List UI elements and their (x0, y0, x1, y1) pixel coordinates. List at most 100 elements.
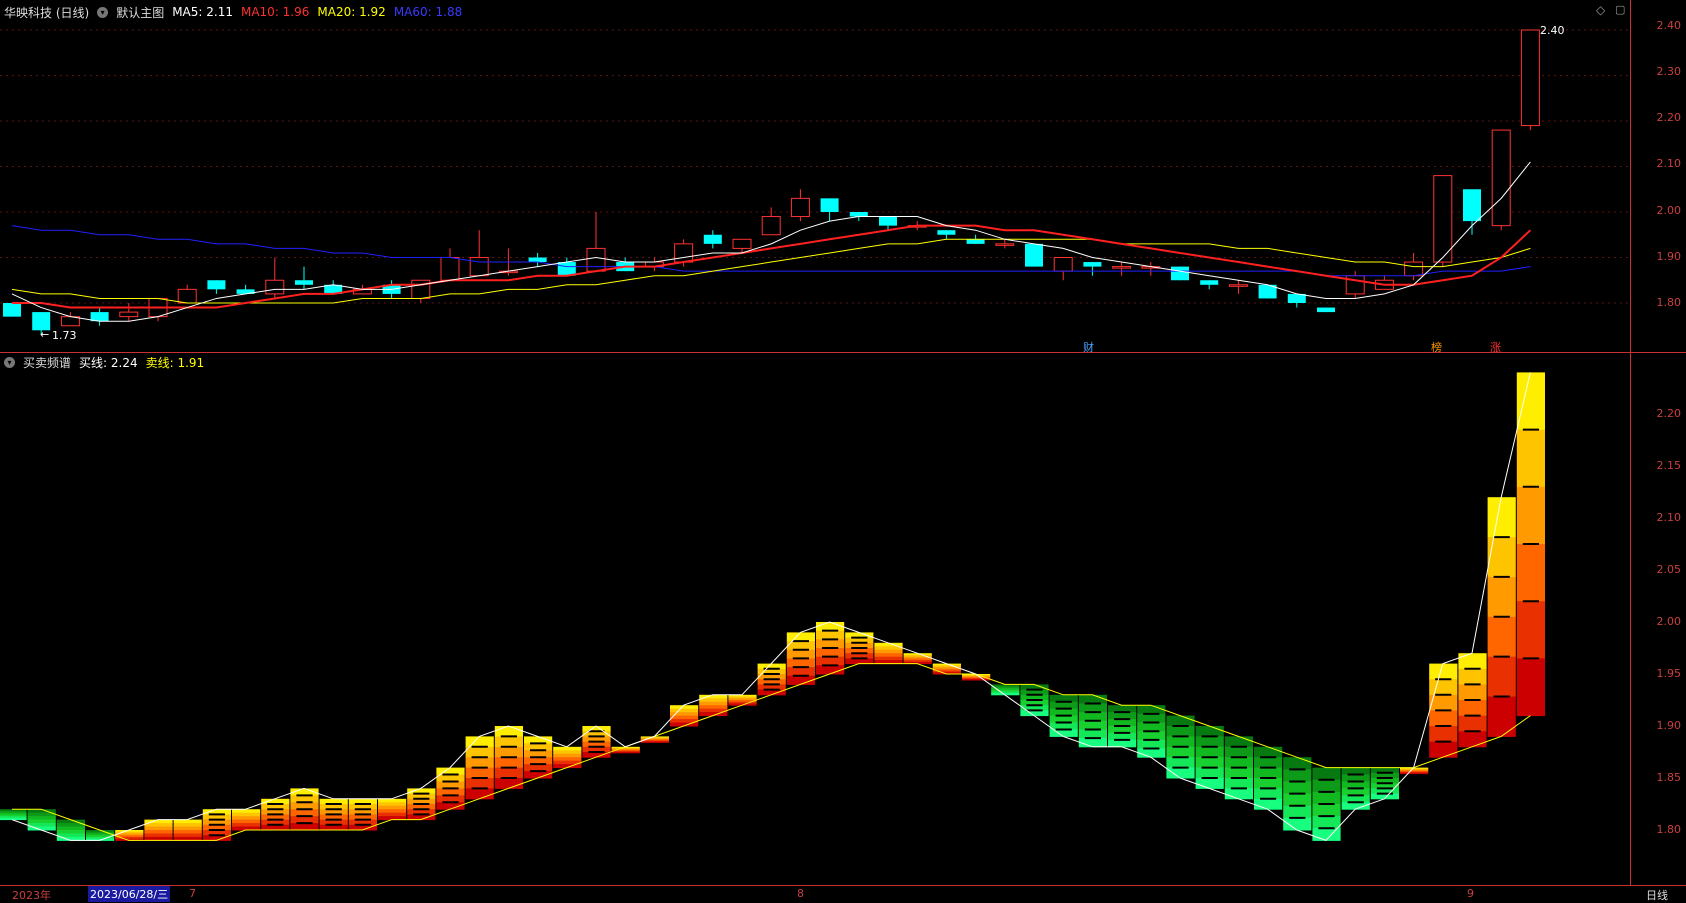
candle-body (1083, 262, 1102, 267)
spectrum-cell (874, 649, 903, 654)
spectrum-cell (553, 757, 582, 762)
spectrum-cell (173, 833, 202, 838)
spectrum-cell (1166, 757, 1195, 769)
spectrum-cell (494, 726, 523, 737)
candle-body (177, 288, 197, 304)
spectrum-cell (232, 809, 261, 814)
spectrum-cell (144, 823, 173, 828)
spectrum-cell (465, 757, 494, 769)
spectrum-cell (494, 757, 523, 769)
spectrum-cell (1254, 757, 1283, 769)
spectrum-cell (56, 830, 85, 834)
spectrum-cell (27, 816, 56, 821)
candle-body (966, 239, 985, 244)
spectrum-cell (232, 823, 261, 828)
high-price-marker: 2.40 (1540, 24, 1565, 37)
candle-body (586, 247, 606, 272)
spectrum-cell (1458, 731, 1487, 748)
spectrum-cell (1224, 788, 1253, 800)
spectrum-cell (1283, 817, 1312, 831)
spectrum-cell (1516, 658, 1545, 717)
spectrum-cell (173, 819, 202, 824)
candle-body (1463, 189, 1481, 222)
spectrum-cell (1166, 726, 1195, 737)
candle-body (1053, 257, 1073, 272)
collapse-panel-icon[interactable]: ▢ (1615, 3, 1625, 16)
month-label-7: 7 (189, 887, 196, 900)
candle-body (1200, 280, 1219, 285)
y-tick: 2.00 (1656, 615, 1682, 628)
spectrum-cell (1487, 696, 1516, 737)
spectrum-cell (144, 830, 173, 834)
spectrum-cell (378, 812, 407, 817)
spectrum-cell (232, 819, 261, 824)
spectrum-cell (1224, 767, 1253, 779)
spectrum-cell (494, 778, 523, 789)
spectrum-cell (1166, 715, 1195, 727)
spectrum-cell (962, 679, 991, 681)
indicator-settings-icon[interactable]: ▾ (97, 6, 109, 18)
spectrum-cell (1487, 497, 1516, 538)
sub-indicator-name[interactable]: 买卖频谱 (23, 354, 71, 371)
spectrum-cell (1137, 748, 1166, 758)
spectrum-cell (144, 826, 173, 831)
candle-body (761, 216, 781, 236)
month-label-9: 9 (1467, 887, 1474, 900)
spectrum-cell (1487, 576, 1516, 618)
spectrum-cell (1166, 746, 1195, 758)
y-tick: 2.05 (1656, 563, 1682, 576)
diamond-icon[interactable]: ◇ (1596, 3, 1605, 17)
spectrum-cell (1429, 741, 1458, 758)
spectrum-cell (1312, 779, 1341, 793)
candle-body (1433, 175, 1453, 263)
spectrum-cell (1487, 537, 1516, 578)
spectrum-cell (1195, 767, 1224, 779)
spectrum-cell (874, 653, 903, 658)
spectrum-cell (1224, 746, 1253, 758)
buy-line-label: 买线: 2.24 (79, 355, 138, 370)
candle-body (207, 280, 226, 290)
y-tick: 2.20 (1656, 407, 1682, 420)
y-tick: 2.40 (1656, 19, 1682, 32)
sub-indicator-settings-icon[interactable]: ▾ (4, 356, 15, 368)
spectrum-cell (173, 823, 202, 828)
spectrum-cell (1312, 767, 1341, 781)
spectrum-cell (1516, 486, 1545, 545)
spectrum-cell (1283, 793, 1312, 807)
low-price-marker: 1.73 (52, 329, 77, 342)
spectrum-cell (232, 812, 261, 817)
candle-body (1228, 284, 1248, 287)
spectrum-cell (173, 826, 202, 831)
spectrum-cell (494, 746, 523, 758)
y-tick: 2.30 (1656, 65, 1682, 78)
spectrum-cell (27, 819, 56, 824)
candle-body (995, 243, 1015, 246)
spectrum-cell (1516, 372, 1545, 431)
spectrum-cell (465, 767, 494, 779)
spectrum-cell (1195, 746, 1224, 758)
sub-price-axis: 2.20 2.15 2.10 2.05 2.00 1.95 1.90 1.85 … (1630, 353, 1686, 885)
spectrum-cell (1312, 828, 1341, 841)
main-indicator-name[interactable]: 默认主图 (116, 4, 164, 21)
spectrum-cell (670, 705, 699, 710)
y-tick: 1.95 (1656, 667, 1682, 680)
y-tick: 1.85 (1656, 771, 1682, 784)
spectrum-plot[interactable] (0, 353, 1630, 885)
candle-body (820, 198, 839, 212)
sell-line-label: 卖线: 1.91 (145, 355, 205, 370)
spectrum-cell (670, 715, 699, 720)
candle-body (1112, 266, 1132, 269)
spectrum-cell (1166, 767, 1195, 779)
spectrum-cell (1429, 679, 1458, 696)
cursor-date-label: 2023/06/28/三 (88, 886, 171, 902)
kline-plot[interactable] (0, 0, 1630, 352)
spectrum-cell (378, 805, 407, 810)
candle-body (119, 311, 139, 318)
candle-body (528, 257, 547, 263)
spectrum-cell (1312, 816, 1341, 829)
spectrum-cell (1487, 616, 1516, 658)
main-price-axis: 2.40 2.30 2.20 2.10 2.00 1.90 1.80 (1630, 0, 1686, 352)
spectrum-cell (553, 753, 582, 758)
candle-body (937, 230, 956, 235)
spectrum-cell (1283, 757, 1312, 770)
